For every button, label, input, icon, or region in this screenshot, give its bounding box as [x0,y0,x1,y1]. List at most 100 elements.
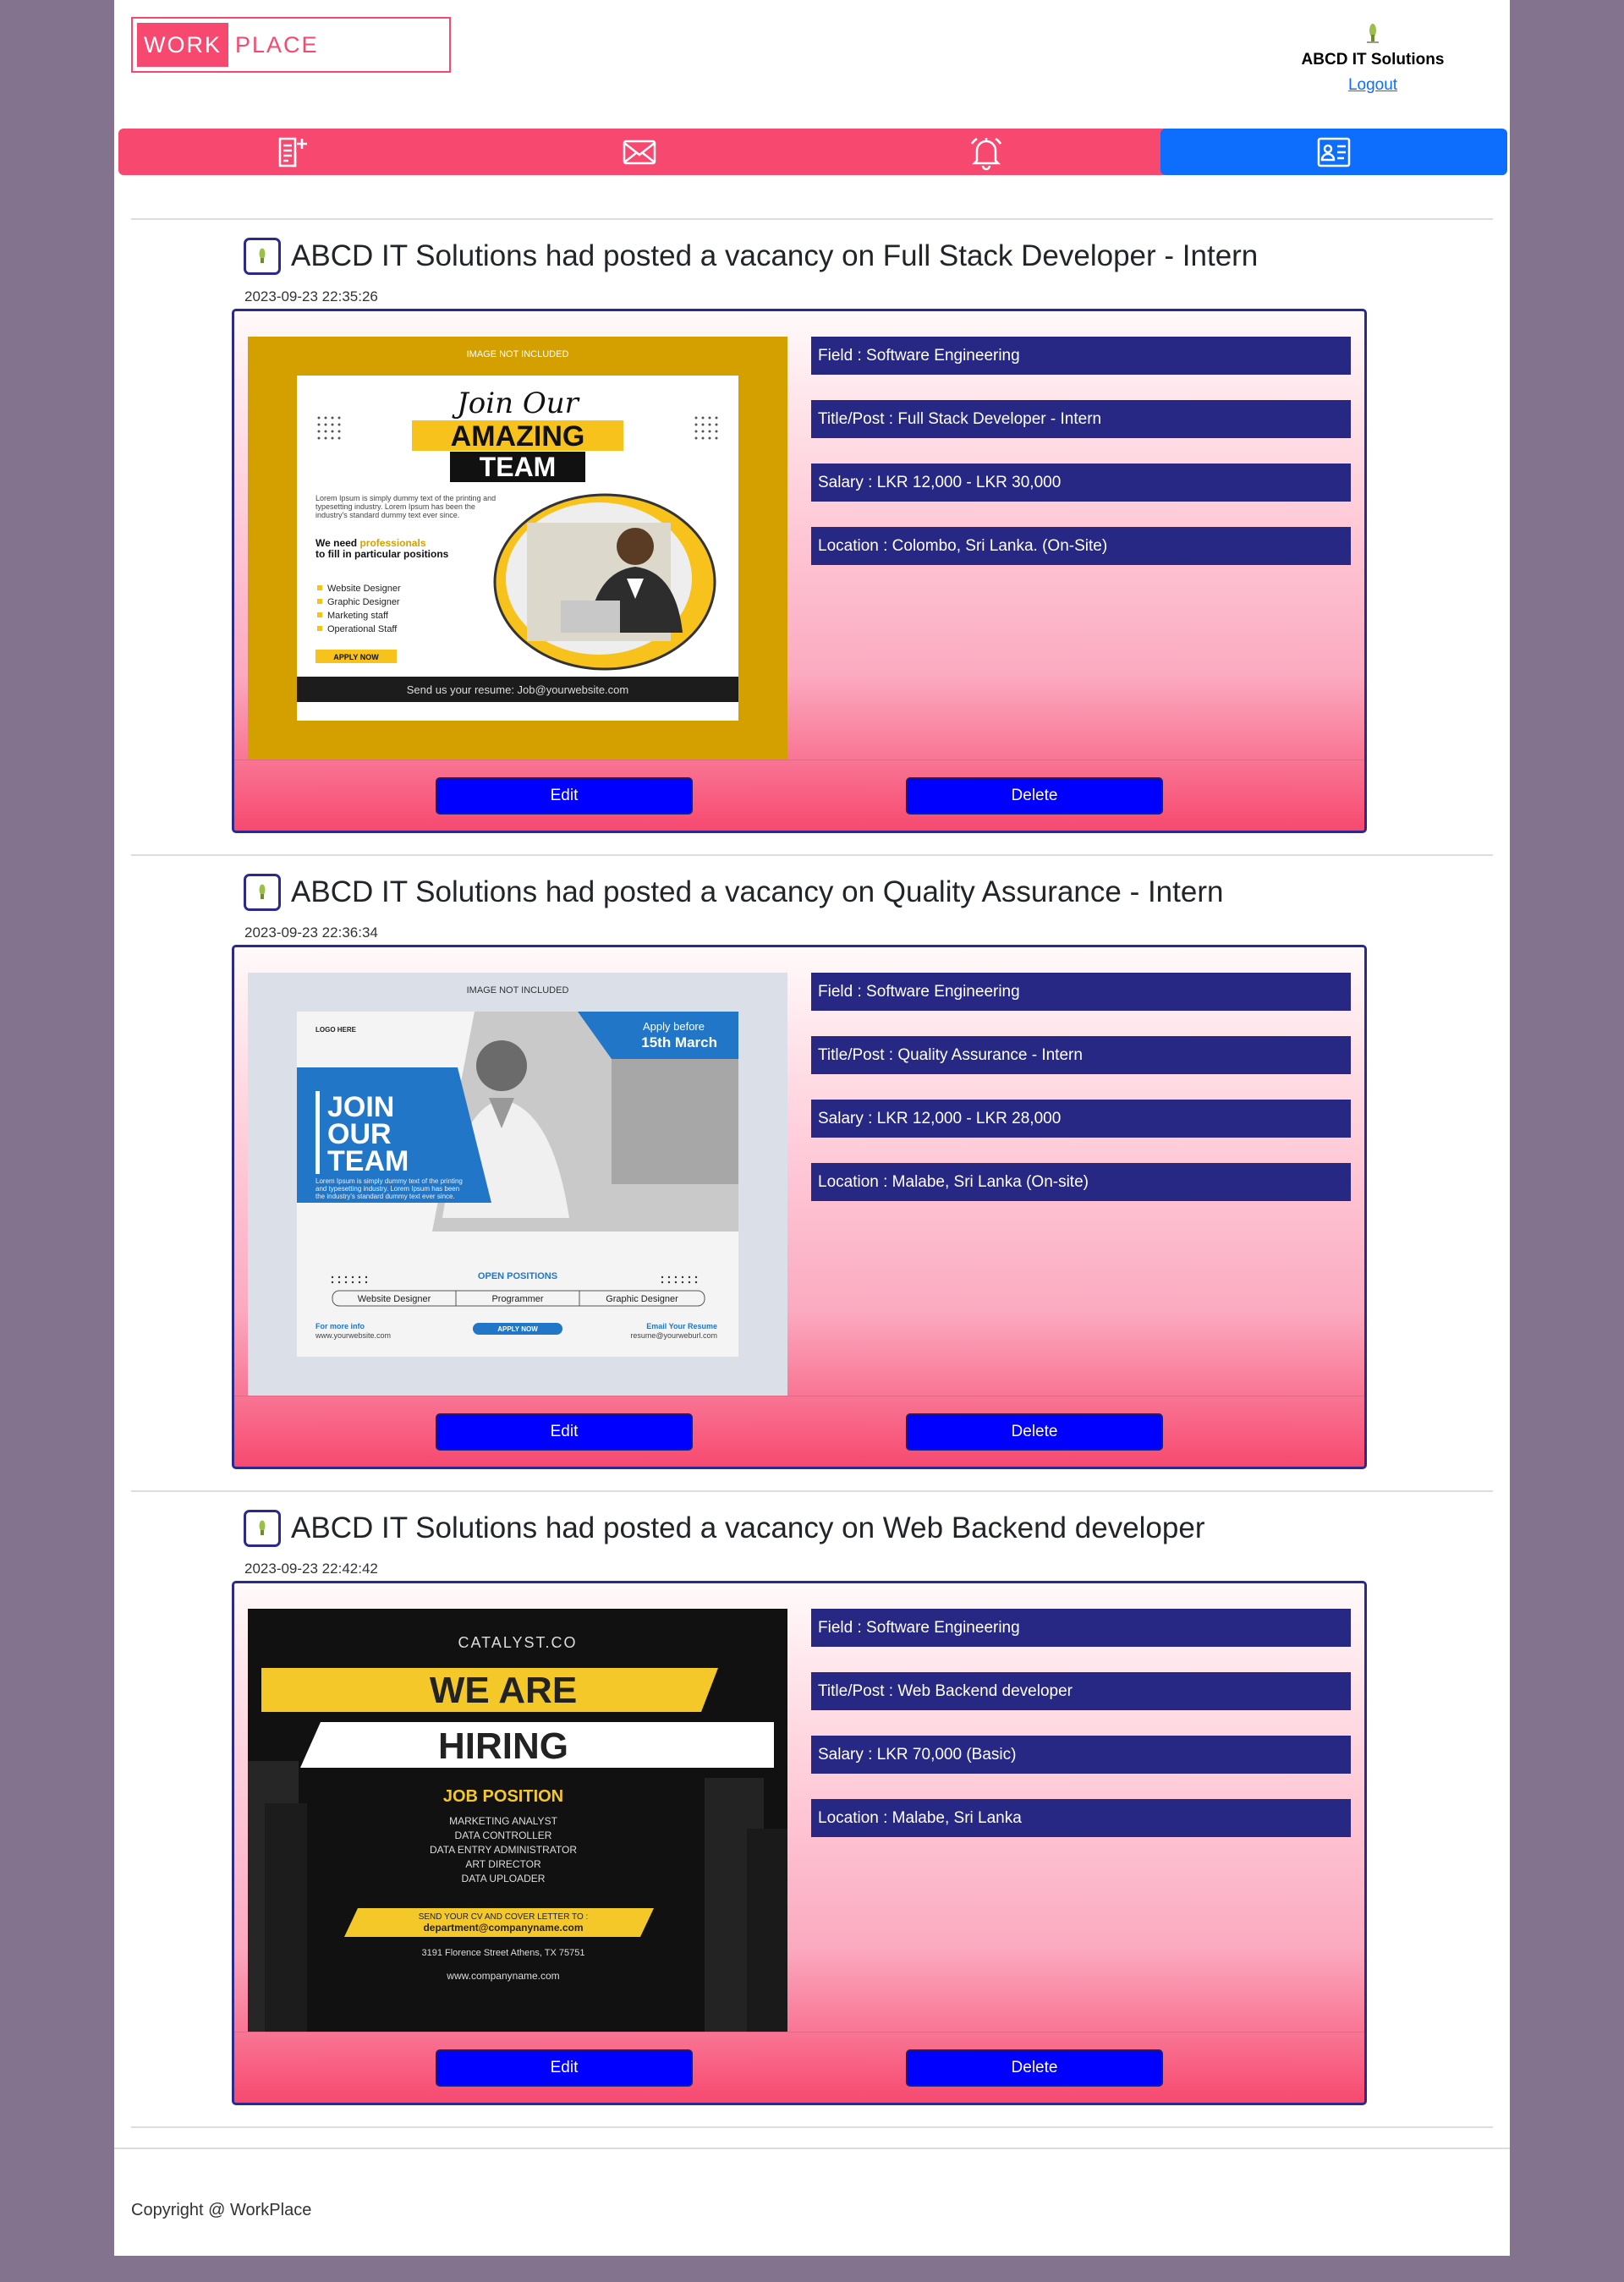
user-box: ABCD IT Solutions Logout [1280,22,1466,95]
field-row: Field : Software Engineering [811,973,1351,1011]
logo-part-place: PLACE [235,31,319,58]
poster-job-position: JOB POSITION [443,1787,563,1806]
post-title: ABCD IT Solutions had posted a vacancy o… [291,239,1259,272]
location-row: Location : Malabe, Sri Lanka (On-site) [811,1163,1351,1201]
company-name: ABCD IT Solutions [1301,51,1445,69]
vacancy-poster: IMAGE NOT INCLUDED LOGO HERE JOIN OUR TE… [248,973,787,1396]
poster-lorem: Lorem Ipsum is simply dummy text of the … [315,494,497,519]
field-row: Field : Software Engineering [811,337,1351,375]
poster-position: DATA CONTROLLER [455,1829,552,1841]
poster-position: DATA UPLOADER [462,1873,546,1884]
poster-apply: APPLY NOW [333,653,379,661]
logo-part-work: WORK [137,23,228,67]
poster-position: Graphic Designer [606,1294,678,1304]
post-header: ABCD IT Solutions had posted a vacancy o… [244,1510,1204,1547]
poster-position: DATA ENTRY ADMINISTRATOR [430,1844,577,1856]
poster-note: IMAGE NOT INCLUDED [467,985,569,996]
salary-row: Salary : LKR 12,000 - LKR 30,000 [811,464,1351,502]
divider [131,2126,1493,2128]
delete-button[interactable]: Delete [906,777,1163,815]
poster-position: Website Designer [327,584,401,594]
poster-open-positions: OPEN POSITIONS [478,1271,557,1281]
poster-apply: APPLY NOW [497,1325,538,1333]
location-row: Location : Malabe, Sri Lanka [811,1799,1351,1837]
poster-position: MARKETING ANALYST [449,1815,557,1827]
divider [131,854,1493,856]
vacancy-card: CATALYST.CO WE ARE HIRING JOB POSITION M… [232,1581,1367,2105]
poster-email-label: Email Your Resume [646,1322,717,1330]
vacancy-card: IMAGE NOT INCLUDED Join Our AMAZING TEAM [232,309,1367,833]
nav-add-post[interactable] [118,129,466,175]
card-actions: Edit Delete [234,1396,1364,1467]
poster-send-cv: SEND YOUR CV AND COVER LETTER TO : [419,1912,589,1922]
poster-position: Graphic Designer [327,597,400,607]
post-title: ABCD IT Solutions had posted a vacancy o… [291,875,1224,908]
bell-icon [971,137,1002,170]
nav-profile[interactable] [1160,129,1507,175]
location-row: Location : Colombo, Sri Lanka. (On-Site) [811,527,1351,565]
title-post-row: Title/Post : Full Stack Developer - Inte… [811,400,1351,438]
poster-line2: HIRING [438,1725,568,1767]
vacancy-fields: Field : Software Engineering Title/Post … [811,973,1351,1226]
poster-email: department@companyname.com [423,1922,583,1934]
poster-brand: CATALYST.CO [458,1634,577,1651]
post-date: 2023-09-23 22:42:42 [244,1561,378,1577]
poster-line1: AMAZING [451,420,585,453]
nav-notifications[interactable] [813,129,1160,175]
post-header: ABCD IT Solutions had posted a vacancy o… [244,874,1223,911]
poster-footer: Send us your resume: Job@yourwebsite.com [407,683,628,696]
copyright: Copyright @ WorkPlace [131,2201,312,2219]
edit-button[interactable]: Edit [436,2049,693,2087]
poster-script: Join Our [452,387,579,420]
poster-position: Programmer [491,1294,543,1304]
poster-position: ART DIRECTOR [465,1858,541,1870]
poster-email: resume@yourweburl.com [630,1331,717,1340]
salary-row: Salary : LKR 70,000 (Basic) [811,1736,1351,1774]
poster-more-info: For more info [315,1322,365,1330]
post-title: ABCD IT Solutions had posted a vacancy o… [291,1511,1205,1544]
footer-divider [114,2148,1510,2149]
poster-website: www.companyname.com [446,1970,559,1982]
page: WORK PLACE ABCD IT Solutions Logout ABCD… [114,0,1510,2256]
delete-button[interactable]: Delete [906,2049,1163,2087]
mail-icon [623,140,656,164]
poster-note: IMAGE NOT INCLUDED [467,349,569,359]
delete-button[interactable]: Delete [906,1413,1163,1451]
post-avatar [244,238,281,275]
logout-link[interactable]: Logout [1348,76,1397,95]
poster-lorem: Lorem Ipsum is simply dummy text of the … [315,1177,463,1200]
add-post-icon [279,137,308,167]
divider [131,1490,1493,1492]
vacancy-poster: IMAGE NOT INCLUDED Join Our AMAZING TEAM [248,337,787,760]
card-actions: Edit Delete [234,2032,1364,2103]
profile-card-icon [1317,137,1350,167]
vacancy-card: IMAGE NOT INCLUDED LOGO HERE JOIN OUR TE… [232,945,1367,1469]
company-avatar-icon [259,248,266,263]
card-actions: Edit Delete [234,760,1364,831]
poster-apply-before: Apply before [643,1020,705,1033]
divider [131,218,1493,220]
field-row: Field : Software Engineering [811,1609,1351,1647]
edit-button[interactable]: Edit [436,1413,693,1451]
workplace-logo[interactable]: WORK PLACE [131,17,451,73]
company-avatar-icon [259,884,266,899]
title-post-row: Title/Post : Quality Assurance - Intern [811,1036,1351,1074]
salary-row: Salary : LKR 12,000 - LKR 28,000 [811,1100,1351,1138]
main-nav [118,129,1507,175]
edit-button[interactable]: Edit [436,777,693,815]
post-avatar [244,874,281,911]
post-date: 2023-09-23 22:36:34 [244,924,378,941]
poster-position: Website Designer [358,1294,431,1304]
poster-position: Operational Staff [327,624,398,634]
poster-date: 15th March [641,1034,717,1050]
title-post-row: Title/Post : Web Backend developer [811,1672,1351,1710]
nav-messages[interactable] [466,129,814,175]
vacancy-fields: Field : Software Engineering Title/Post … [811,1609,1351,1862]
post-header: ABCD IT Solutions had posted a vacancy o… [244,238,1258,275]
company-avatar-icon [1367,24,1379,43]
vacancy-poster: CATALYST.CO WE ARE HIRING JOB POSITION M… [248,1609,787,2032]
poster-line2: TEAM [480,452,557,482]
poster-logo: LOGO HERE [315,1026,357,1034]
post-avatar [244,1510,281,1547]
post-date: 2023-09-23 22:35:26 [244,288,378,304]
